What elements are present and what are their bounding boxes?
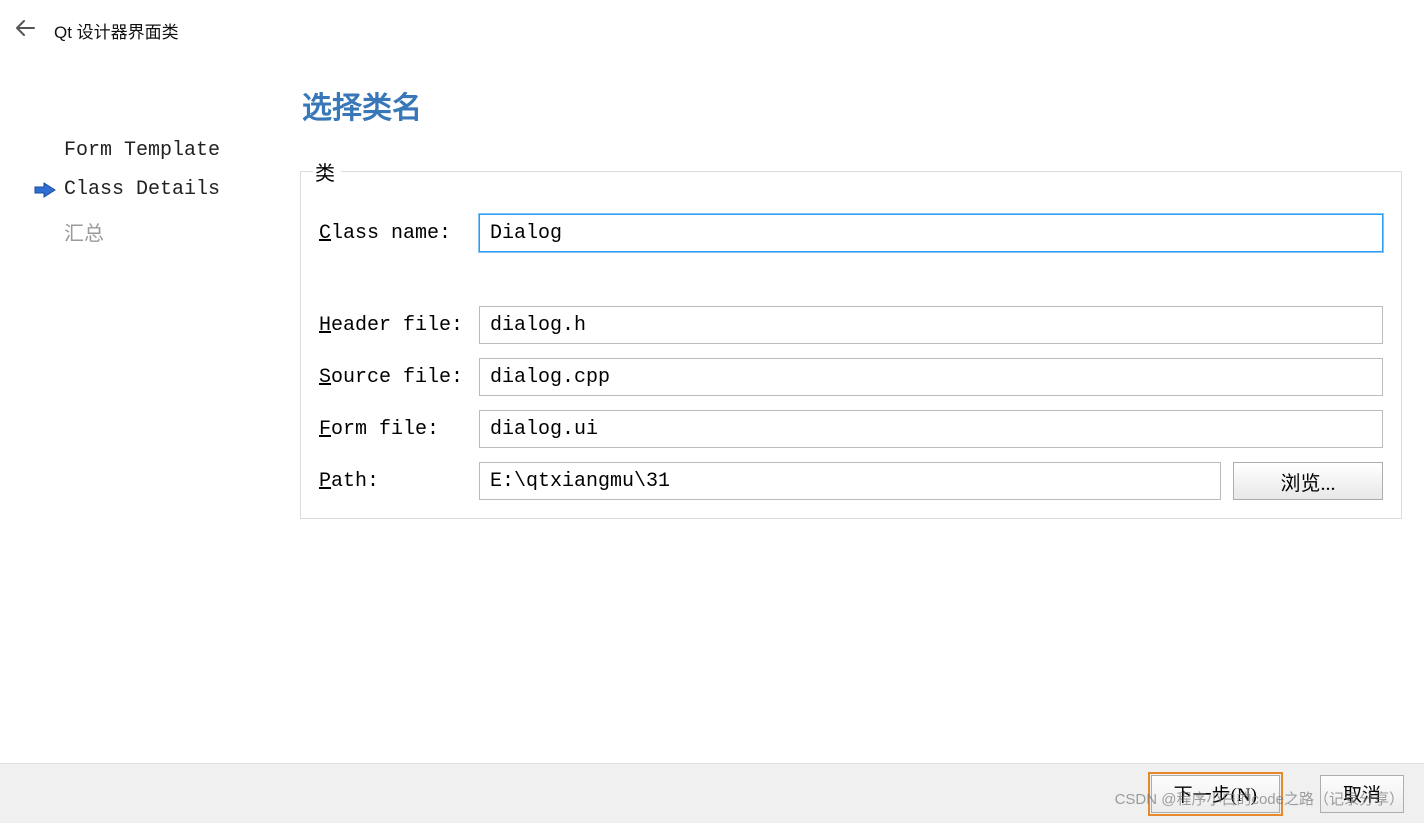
- row-form-file: Form file:: [319, 410, 1383, 448]
- page-title: 选择类名: [302, 83, 1402, 127]
- cancel-button[interactable]: 取消: [1320, 775, 1404, 813]
- step-marker-icon: [34, 143, 56, 159]
- class-groupbox: 类 Class name: Header file: Source file: …: [300, 157, 1402, 519]
- class-name-input[interactable]: [479, 214, 1383, 252]
- row-header-file: Header file:: [319, 306, 1383, 344]
- label-header-file: Header file:: [319, 314, 479, 337]
- next-button[interactable]: 下一步(N): [1151, 775, 1280, 813]
- wizard-header: Qt 设计器界面类: [0, 0, 1424, 53]
- step-form-template: Form Template: [30, 131, 300, 170]
- step-summary: 汇总: [30, 209, 300, 255]
- back-arrow-icon[interactable]: [14, 19, 36, 42]
- step-label: Form Template: [64, 139, 220, 162]
- row-class-name: Class name:: [319, 214, 1383, 252]
- header-file-input[interactable]: [479, 306, 1383, 344]
- wizard-sidebar: Form Template Class Details 汇总: [0, 53, 300, 519]
- arrow-right-icon: [34, 182, 56, 198]
- row-source-file: Source file:: [319, 358, 1383, 396]
- wizard-title: Qt 设计器界面类: [54, 18, 179, 43]
- label-source-file: Source file:: [319, 366, 479, 389]
- label-path: Path:: [319, 470, 479, 493]
- row-path: Path: 浏览...: [319, 462, 1383, 500]
- step-marker-icon: [34, 224, 56, 240]
- wizard-content: 选择类名 类 Class name: Header file: Source f…: [300, 53, 1424, 519]
- label-class-name: Class name:: [319, 222, 479, 245]
- wizard-footer: 下一步(N) 取消: [0, 763, 1424, 823]
- step-label: 汇总: [64, 217, 104, 247]
- source-file-input[interactable]: [479, 358, 1383, 396]
- wizard-main: Form Template Class Details 汇总 选择类名 类 Cl…: [0, 53, 1424, 519]
- step-label: Class Details: [64, 178, 220, 201]
- spacer: [319, 266, 1383, 306]
- form-file-input[interactable]: [479, 410, 1383, 448]
- group-legend: 类: [313, 157, 341, 186]
- label-form-file: Form file:: [319, 418, 479, 441]
- path-input[interactable]: [479, 462, 1221, 500]
- browse-button[interactable]: 浏览...: [1233, 462, 1383, 500]
- step-class-details: Class Details: [30, 170, 300, 209]
